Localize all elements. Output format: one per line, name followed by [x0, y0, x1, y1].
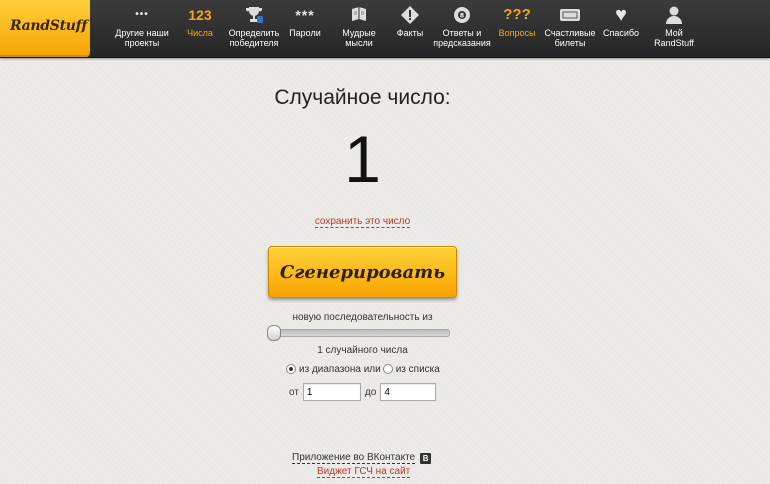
sequence-label: новую последовательность из — [292, 312, 433, 323]
mode-selector: из диапазона или из списка — [286, 363, 440, 375]
random-number-result: 1 — [344, 122, 381, 196]
count-label: 1 случайного числа — [317, 345, 408, 356]
randstuff-logo[interactable]: RandStuff — [0, 0, 90, 57]
generate-button[interactable]: Сгенерировать — [268, 246, 457, 298]
nav-label: Числа — [187, 28, 213, 38]
nav-label: Мудрые — [342, 28, 376, 38]
from-label: от — [289, 386, 299, 398]
numbers-icon: 123 — [188, 7, 212, 23]
nav-item-numbers[interactable]: 123 Числа — [178, 0, 222, 57]
range-radio[interactable] — [286, 364, 296, 374]
list-radio-label[interactable]: из списка — [396, 364, 440, 375]
nav-label: Мой — [665, 28, 683, 38]
nav-item-answers[interactable]: 8 Ответы и предсказания — [432, 0, 492, 57]
nav-item-thanks[interactable]: ♥ Спасибо — [598, 0, 644, 57]
nav-item-tickets[interactable]: Счастливые билеты — [540, 0, 600, 57]
slider-handle[interactable] — [267, 325, 281, 341]
nav-item-wisdom[interactable]: Мудрые мысли — [335, 0, 383, 57]
nav-label: билеты — [554, 38, 586, 48]
list-radio[interactable] — [382, 364, 393, 374]
question-marks-icon: ??? — [503, 6, 531, 23]
save-number-link[interactable]: сохранить это число — [0, 216, 725, 228]
nav-label: победителя — [229, 38, 279, 48]
nav-label: Определить — [228, 28, 280, 38]
count-slider[interactable] — [267, 325, 450, 341]
eight-ball-icon: 8 — [452, 5, 472, 25]
nav-label: Ответы и — [442, 28, 482, 38]
svg-text:8: 8 — [460, 13, 464, 20]
vk-icon: B — [420, 452, 432, 464]
nav-item-winner[interactable]: Определить победителя — [222, 0, 286, 57]
nav-label: Факты — [396, 28, 424, 38]
nav-item-questions[interactable]: ??? Вопросы — [494, 0, 540, 57]
book-icon — [349, 5, 369, 25]
vk-app-link-text[interactable]: Приложение во ВКонтакте — [292, 452, 416, 464]
top-navigation-bar: RandStuff ••• Другие наши проекты 123 Чис… — [0, 0, 770, 58]
range-radio-label[interactable]: из диапазона или — [299, 364, 381, 375]
vk-app-link[interactable]: Приложение во ВКонтакте B — [292, 452, 432, 464]
save-number-link-text[interactable]: сохранить это число — [314, 216, 411, 228]
dots-icon: ••• — [135, 9, 149, 20]
page-title: Случайное число: — [274, 86, 451, 109]
from-input[interactable] — [302, 383, 361, 401]
nav-label: Спасибо — [602, 28, 640, 38]
nav-label: Другие наши — [115, 28, 169, 38]
range-inputs: от до — [289, 382, 440, 402]
to-label: до — [364, 386, 377, 398]
nav-item-passwords[interactable]: *** Пароли — [282, 0, 328, 57]
asterisks-icon: *** — [295, 7, 315, 23]
nav-item-my-randstuff[interactable]: Мой RandStuff — [648, 0, 700, 57]
nav-item-facts[interactable]: Факты — [388, 0, 432, 57]
nav-label: Вопросы — [498, 28, 536, 38]
trophy-icon — [244, 5, 264, 25]
logo-text: RandStuff — [10, 18, 88, 34]
nav-label: RandStuff — [654, 38, 694, 48]
nav-label: проекты — [124, 38, 160, 48]
warning-icon — [400, 5, 420, 25]
widget-link[interactable]: Виджет ГСЧ на сайт — [317, 466, 411, 478]
widget-link-text[interactable]: Виджет ГСЧ на сайт — [317, 466, 411, 478]
to-input[interactable] — [380, 383, 437, 401]
ticket-icon — [559, 5, 581, 25]
user-icon — [664, 5, 684, 25]
nav-label: Счастливые — [544, 28, 596, 38]
nav-label: мысли — [345, 38, 373, 48]
heart-icon: ♥ — [615, 4, 627, 26]
nav-label: предсказания — [433, 38, 491, 48]
nav-label: Пароли — [289, 28, 321, 38]
nav-item-projects[interactable]: ••• Другие наши проекты — [110, 0, 174, 57]
